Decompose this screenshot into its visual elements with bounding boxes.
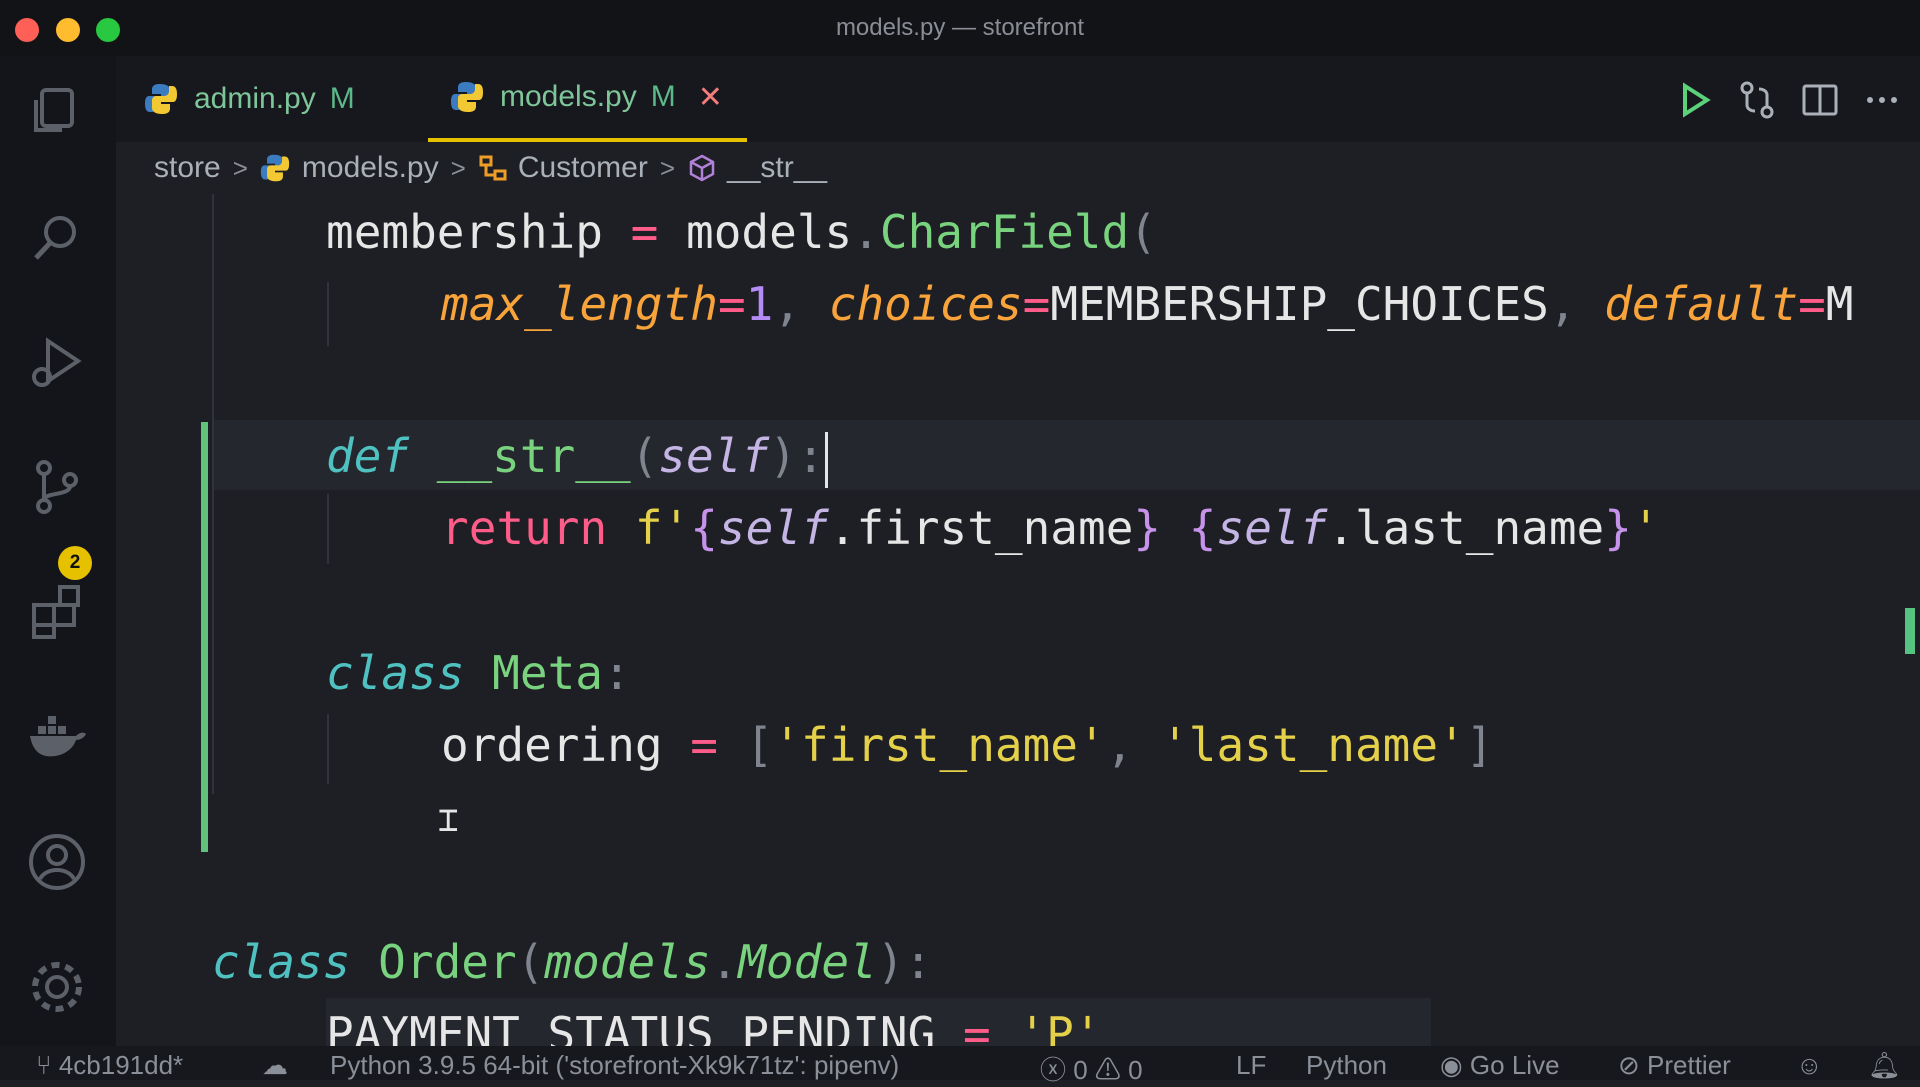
split-editor-icon[interactable] <box>1800 80 1840 120</box>
tab-models-py[interactable]: models.py M ✕ <box>428 56 747 142</box>
status-go-live[interactable]: ◉ Go Live <box>1440 1050 1560 1081</box>
text-cursor-icon: ⌶ <box>438 800 459 840</box>
feedback-icon[interactable]: ☺ <box>1796 1050 1823 1081</box>
run-debug-icon[interactable] <box>26 331 88 393</box>
status-language-mode[interactable]: Python <box>1306 1050 1387 1081</box>
breadcrumb-class[interactable]: Customer <box>478 151 648 185</box>
code-line-7: class Order(models.Model): <box>212 935 933 989</box>
status-python-interpreter[interactable]: Python 3.9.5 64-bit ('storefront-Xk9k71t… <box>330 1050 899 1081</box>
settings-gear-icon[interactable] <box>26 956 88 1018</box>
error-icon: ⓧ <box>1040 1055 1074 1085</box>
status-eol[interactable]: LF <box>1236 1050 1266 1081</box>
status-prettier[interactable]: ⊘ Prettier <box>1618 1050 1731 1081</box>
source-control-icon[interactable] <box>26 456 88 518</box>
git-added-gutter-marker <box>201 422 208 852</box>
status-branch[interactable]: ⑂ 4cb191dd* <box>36 1050 183 1081</box>
code-line-1: membership = models.CharField( <box>326 205 1157 259</box>
breadcrumb-method-label: __str__ <box>727 151 828 184</box>
tab-label: admin.py <box>194 82 316 115</box>
python-file-icon <box>260 154 290 182</box>
status-problems[interactable]: ⓧ 0 ⚠ 0 <box>1040 1050 1143 1087</box>
window-title: models.py — storefront <box>835 14 1085 41</box>
breadcrumb-method[interactable]: __str__ <box>687 151 827 185</box>
breadcrumb-separator: > <box>659 152 676 183</box>
run-python-file-icon[interactable] <box>1675 80 1715 120</box>
notifications-bell-icon[interactable]: 🔔︎ <box>1868 1050 1901 1081</box>
warning-icon: ⚠ <box>1087 1055 1129 1085</box>
code-line-5: class Meta: <box>326 646 631 700</box>
accounts-icon[interactable] <box>26 831 88 893</box>
code-editor[interactable]: membership = models.CharField( max_lengt… <box>116 194 1920 1046</box>
more-actions-icon[interactable] <box>1862 80 1902 120</box>
explorer-icon[interactable] <box>26 80 88 142</box>
scrollbar-change-marker <box>1905 608 1915 654</box>
code-line-6: ordering = ['first_name', 'last_name'] <box>441 718 1494 772</box>
breadcrumb-class-label: Customer <box>517 151 648 184</box>
code-line-3: def __str__(self): <box>326 420 828 492</box>
indent-guide <box>327 494 329 564</box>
activity-bar: 2 <box>0 56 116 1046</box>
breadcrumb-separator: > <box>232 152 248 183</box>
git-branch-icon: ⑂ <box>36 1050 59 1080</box>
indent-guide <box>327 282 329 346</box>
python-file-icon <box>145 84 177 114</box>
broadcast-icon: ◉ <box>1440 1050 1470 1080</box>
code-line-2: max_length=1, choices=MEMBERSHIP_CHOICES… <box>441 277 1854 331</box>
tab-modified-indicator: M <box>329 82 355 115</box>
breadcrumb-file-label: models.py <box>301 151 439 184</box>
code-line-8: PAYMENT_STATUS_PENDING = 'P' <box>326 998 1432 1046</box>
tab-close-icon[interactable]: ✕ <box>698 80 723 115</box>
breadcrumb-folder[interactable]: store <box>154 151 221 185</box>
prettier-icon: ⊘ <box>1618 1050 1648 1080</box>
breadcrumb-file[interactable]: models.py <box>260 151 439 185</box>
method-symbol-icon <box>689 154 715 182</box>
indent-guide <box>212 194 214 794</box>
docker-icon[interactable] <box>26 706 88 768</box>
sync-cloud-icon[interactable]: ☁ <box>262 1050 288 1081</box>
tab-modified-indicator: M <box>650 80 676 113</box>
class-symbol-icon <box>479 155 507 181</box>
extensions-icon[interactable] <box>26 581 88 643</box>
editor-tab-bar: admin.py M models.py M ✕ <box>116 56 1920 142</box>
tab-label: models.py <box>500 80 637 113</box>
search-icon[interactable] <box>26 206 88 268</box>
breadcrumb: store > models.py > Customer > __str__ <box>116 142 1920 194</box>
text-caret <box>824 431 828 488</box>
source-control-badge: 2 <box>58 546 92 580</box>
indent-guide <box>327 714 329 784</box>
status-bar: ⑂ 4cb191dd* ☁ Python 3.9.5 64-bit ('stor… <box>0 1046 1920 1085</box>
title-bar: models.py — storefront <box>0 0 1920 56</box>
tab-admin-py[interactable]: admin.py M <box>144 56 355 142</box>
python-file-icon <box>451 82 483 112</box>
breadcrumb-separator: > <box>450 152 466 183</box>
code-line-4: return f'{self.first_name} {self.last_na… <box>441 501 1660 555</box>
open-changes-icon[interactable] <box>1737 80 1777 120</box>
